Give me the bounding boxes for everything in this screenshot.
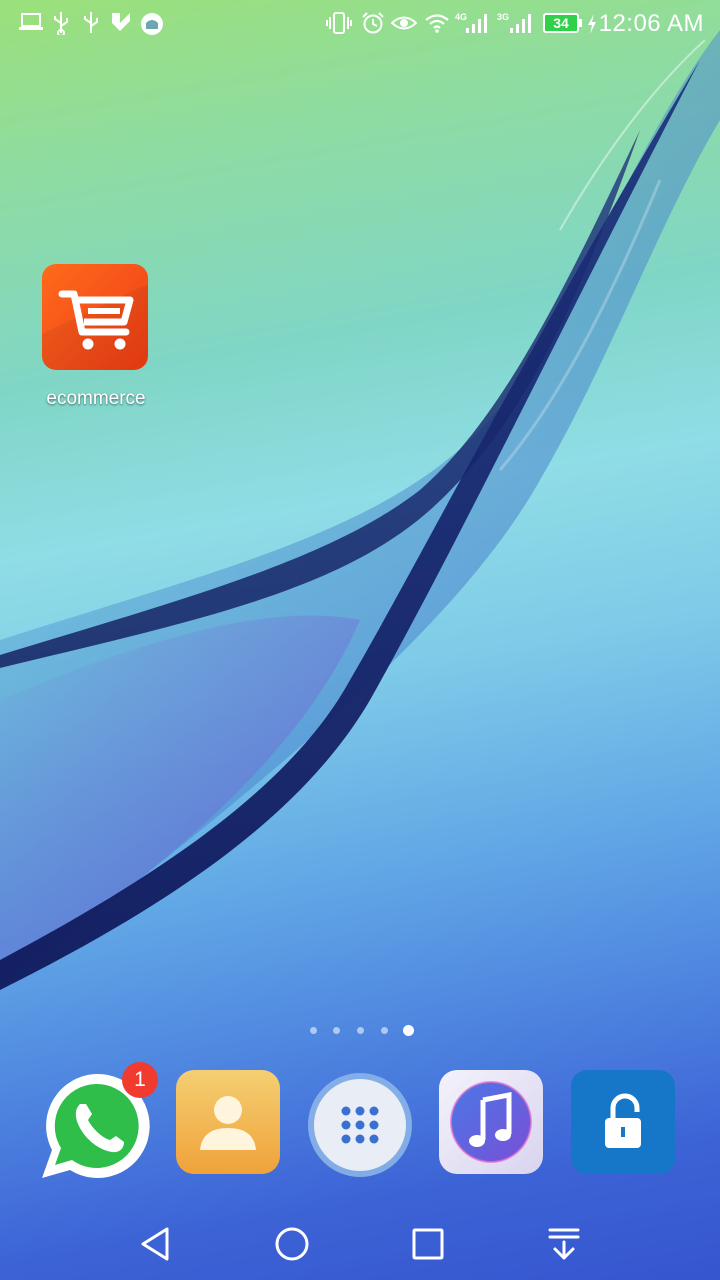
battery-indicator: 34 — [543, 13, 579, 33]
home-screen: 4G 3G 34 12:06 AM ecommerce 1 — [0, 0, 720, 1280]
status-bar: 4G 3G 34 12:06 AM — [0, 0, 720, 48]
app-lock-icon — [571, 1070, 675, 1174]
dock-app-applock[interactable] — [571, 1070, 679, 1178]
app-drawer-icon — [308, 1073, 412, 1177]
page-dot[interactable] — [357, 1027, 364, 1034]
music-icon — [439, 1070, 543, 1174]
battery-tip — [579, 19, 582, 27]
dock-app-contacts[interactable] — [176, 1070, 284, 1178]
notification-pulldown-icon[interactable] — [540, 1222, 588, 1266]
usb-icon — [54, 12, 68, 35]
page-dot-active[interactable] — [403, 1025, 414, 1036]
eye-icon — [391, 16, 417, 30]
app-ecommerce[interactable]: ecommerce — [32, 264, 160, 414]
status-clock: 12:06 AM — [598, 10, 704, 37]
vibrate-icon — [326, 12, 352, 34]
mosque-app-icon — [141, 13, 163, 35]
home-icon[interactable] — [268, 1222, 316, 1266]
charging-icon — [588, 14, 596, 34]
signal-icon — [510, 14, 531, 33]
page-dot[interactable] — [310, 1027, 317, 1034]
contacts-icon — [176, 1070, 280, 1174]
page-dot[interactable] — [333, 1027, 340, 1034]
page-indicator — [300, 1022, 420, 1038]
back-icon[interactable] — [132, 1222, 180, 1266]
wifi-icon — [425, 14, 449, 33]
alarm-icon — [362, 12, 384, 34]
page-dot[interactable] — [381, 1027, 388, 1034]
checkmark-app-icon — [112, 13, 130, 31]
recents-icon[interactable] — [404, 1222, 452, 1266]
notification-badge: 1 — [122, 1062, 158, 1098]
shopping-cart-icon — [42, 264, 148, 370]
app-label: ecommerce — [46, 388, 146, 409]
navigation-bar — [0, 1208, 720, 1280]
signal-icon — [466, 14, 487, 33]
laptop-icon — [19, 13, 43, 30]
usb-icon — [84, 12, 98, 33]
dock-app-drawer[interactable] — [305, 1070, 413, 1178]
dock-app-music[interactable] — [439, 1070, 547, 1178]
